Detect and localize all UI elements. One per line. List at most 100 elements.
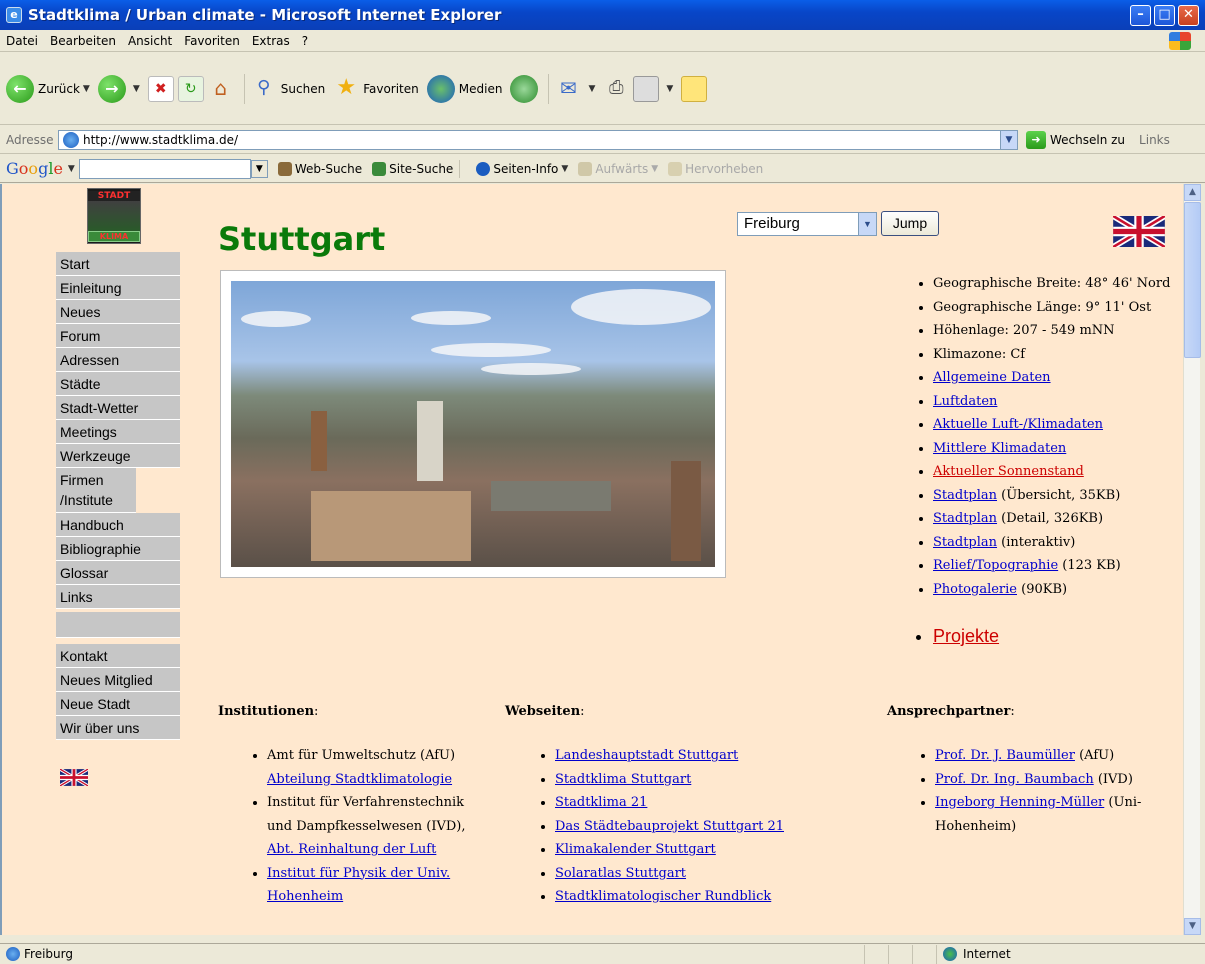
link-baumbach[interactable]: Prof. Dr. Ing. Baumbach — [935, 772, 1094, 787]
ansprechpartner-heading-text: Ansprechpartner — [887, 704, 1011, 719]
link-luftdaten[interactable]: Luftdaten — [933, 394, 997, 409]
link-note: (90KB) — [1017, 581, 1068, 597]
home-icon[interactable]: ⌂ — [208, 76, 234, 102]
nav-item-adressen[interactable]: Adressen — [56, 348, 180, 372]
status-text: Freiburg — [24, 947, 73, 961]
mail-button[interactable]: ✉ ▼ — [555, 76, 595, 102]
link-relief-topographie[interactable]: Relief/Topographie — [933, 558, 1058, 573]
search-button[interactable]: ⚲ Suchen — [251, 76, 325, 102]
jump-button[interactable]: Jump — [881, 211, 939, 236]
nav-item-forum[interactable]: Forum — [56, 324, 180, 348]
chevron-down-icon[interactable]: ▼ — [68, 164, 75, 174]
link-stadtplan-uebersicht[interactable]: Stadtplan — [933, 488, 997, 503]
nav-item-kontakt[interactable]: Kontakt — [56, 644, 180, 668]
link-institut-physik-hohenheim[interactable]: Institut für Physik der Univ. Hohenheim — [267, 866, 450, 905]
link-note: (interaktiv) — [997, 534, 1076, 550]
scroll-down-icon[interactable]: ▼ — [1184, 918, 1201, 935]
go-button[interactable]: ➜ Wechseln zu — [1026, 130, 1125, 149]
link-mittlere-klimadaten[interactable]: Mittlere Klimadaten — [933, 441, 1066, 456]
link-landeshauptstadt[interactable]: Landeshauptstadt Stuttgart — [555, 748, 738, 763]
link-henning-mueller[interactable]: Ingeborg Henning-Müller — [935, 795, 1104, 810]
toolbar-divider — [459, 159, 461, 178]
vertical-scrollbar[interactable]: ▲ ▼ — [1183, 184, 1201, 935]
nav-item-handbuch[interactable]: Handbuch — [56, 513, 180, 537]
stadtklima-logo[interactable]: STADT KLIMA — [87, 188, 141, 244]
favorites-label: Favoriten — [363, 81, 419, 96]
link-aktuelle-klimadaten[interactable]: Aktuelle Luft-/Klimadaten — [933, 417, 1103, 432]
link-photogalerie[interactable]: Photogalerie — [933, 582, 1017, 597]
up-button[interactable]: Aufwärts ▼ — [578, 161, 658, 176]
nav-item-wir-ueber-uns[interactable]: Wir über uns — [56, 716, 180, 740]
link-klimakalender[interactable]: Klimakalender Stuttgart — [555, 842, 716, 857]
nav-item-neues-mitglied[interactable]: Neues Mitglied — [56, 668, 180, 692]
edit-button[interactable]: ▼ — [633, 75, 673, 102]
favorites-button[interactable]: ★ Favoriten — [333, 74, 419, 102]
link-projekte[interactable]: Projekte — [933, 626, 999, 646]
nav-item-einleitung[interactable]: Einleitung — [56, 276, 180, 300]
address-input[interactable]: http://www.stadtklima.de/ ▼ — [58, 129, 1018, 150]
list-item: Prof. Dr. J. Baumüller (AfU) — [935, 744, 1155, 768]
link-stadtklima-21[interactable]: Stadtklima 21 — [555, 795, 647, 810]
nav-item-werkzeuge[interactable]: Werkzeuge — [56, 444, 180, 468]
refresh-icon[interactable]: ↻ — [177, 75, 204, 102]
link-stadtklima-stuttgart[interactable]: Stadtklima Stuttgart — [555, 772, 691, 787]
highlight-button[interactable]: Hervorheben — [668, 161, 763, 176]
link-aktueller-sonnenstand[interactable]: Aktueller Sonnenstand — [933, 464, 1084, 479]
google-logo[interactable]: Google — [0, 159, 63, 178]
city-photo-frame — [220, 270, 726, 578]
chevron-down-icon[interactable]: ▼ — [250, 159, 268, 178]
forward-button[interactable]: → ▼ — [97, 74, 140, 103]
link-baumueller[interactable]: Prof. Dr. J. Baumüller — [935, 748, 1075, 763]
nav-item-staedte[interactable]: Städte — [56, 372, 180, 396]
scroll-thumb[interactable] — [1184, 202, 1201, 358]
nav-item-neue-stadt[interactable]: Neue Stadt — [56, 692, 180, 716]
chevron-down-icon[interactable]: ▼ — [1000, 130, 1017, 149]
link-abteilung-stadtklimatologie[interactable]: Abteilung Stadtklimatologie — [267, 772, 452, 787]
site-search-button[interactable]: Site-Suche — [372, 161, 453, 176]
info-latitude: Geographische Breite: 48° 46' Nord — [933, 272, 1170, 296]
link-reinhaltung-der-luft[interactable]: Abt. Reinhaltung der Luft — [267, 842, 436, 857]
menu-favoriten[interactable]: Favoriten — [178, 34, 246, 48]
binoculars-icon — [277, 161, 292, 176]
nav-item-bibliographie[interactable]: Bibliographie — [56, 537, 180, 561]
link-stadtplan-interaktiv[interactable]: Stadtplan — [933, 535, 997, 550]
nav-item-neues[interactable]: Neues — [56, 300, 180, 324]
menu-extras[interactable]: Extras — [246, 34, 296, 48]
media-button[interactable]: Medien — [426, 74, 502, 103]
institutionen-list: Amt für Umweltschutz (AfU) Abteilung Sta… — [247, 744, 469, 909]
menu-bearbeiten[interactable]: Bearbeiten — [44, 34, 122, 48]
scroll-up-icon[interactable]: ▲ — [1184, 184, 1201, 201]
nav-item-firmen-institute[interactable]: Firmen /Institute — [56, 468, 136, 513]
menu-datei[interactable]: Datei — [0, 34, 44, 48]
close-button[interactable]: ✕ — [1178, 4, 1199, 26]
print-icon[interactable]: ⎙ — [603, 76, 629, 102]
links-toolbar[interactable]: Links — [1139, 133, 1170, 147]
google-search-input[interactable] — [78, 158, 251, 179]
minimize-button[interactable]: – — [1130, 4, 1151, 26]
stop-icon[interactable]: ✖ — [147, 75, 174, 102]
star-icon: ★ — [336, 74, 357, 100]
nav-item-links[interactable]: Links — [56, 585, 180, 609]
nav-item-start[interactable]: Start — [56, 252, 180, 276]
link-solaratlas[interactable]: Solaratlas Stuttgart — [555, 866, 686, 881]
web-search-button[interactable]: Web-Suche — [277, 161, 362, 176]
uk-flag-icon[interactable] — [60, 769, 88, 786]
link-allgemeine-daten[interactable]: Allgemeine Daten — [933, 370, 1051, 385]
history-icon[interactable] — [510, 74, 539, 103]
list-item: Aktueller Sonnenstand — [933, 460, 1170, 484]
back-button[interactable]: ← Zurück ▼ — [6, 74, 90, 103]
page-info-button[interactable]: Seiten-Info ▼ — [476, 161, 568, 176]
nav-item-meetings[interactable]: Meetings — [56, 420, 180, 444]
messenger-icon[interactable] — [681, 75, 708, 102]
maximize-button[interactable]: □ — [1154, 4, 1175, 26]
link-stadtplan-detail[interactable]: Stadtplan — [933, 511, 997, 526]
nav-item-stadt-wetter[interactable]: Stadt-Wetter — [56, 396, 180, 420]
menu-ansicht[interactable]: Ansicht — [122, 34, 178, 48]
menu-help[interactable]: ? — [296, 34, 314, 48]
uk-flag-icon[interactable] — [1113, 216, 1165, 247]
city-jump-select[interactable]: Freiburg ▼ — [737, 212, 877, 236]
link-note: (Übersicht, 35KB) — [997, 487, 1121, 503]
nav-item-glossar[interactable]: Glossar — [56, 561, 180, 585]
link-rundblick[interactable]: Stadtklimatologischer Rundblick — [555, 889, 771, 904]
link-staedtebauprojekt[interactable]: Das Städtebauprojekt Stuttgart 21 — [555, 819, 784, 834]
